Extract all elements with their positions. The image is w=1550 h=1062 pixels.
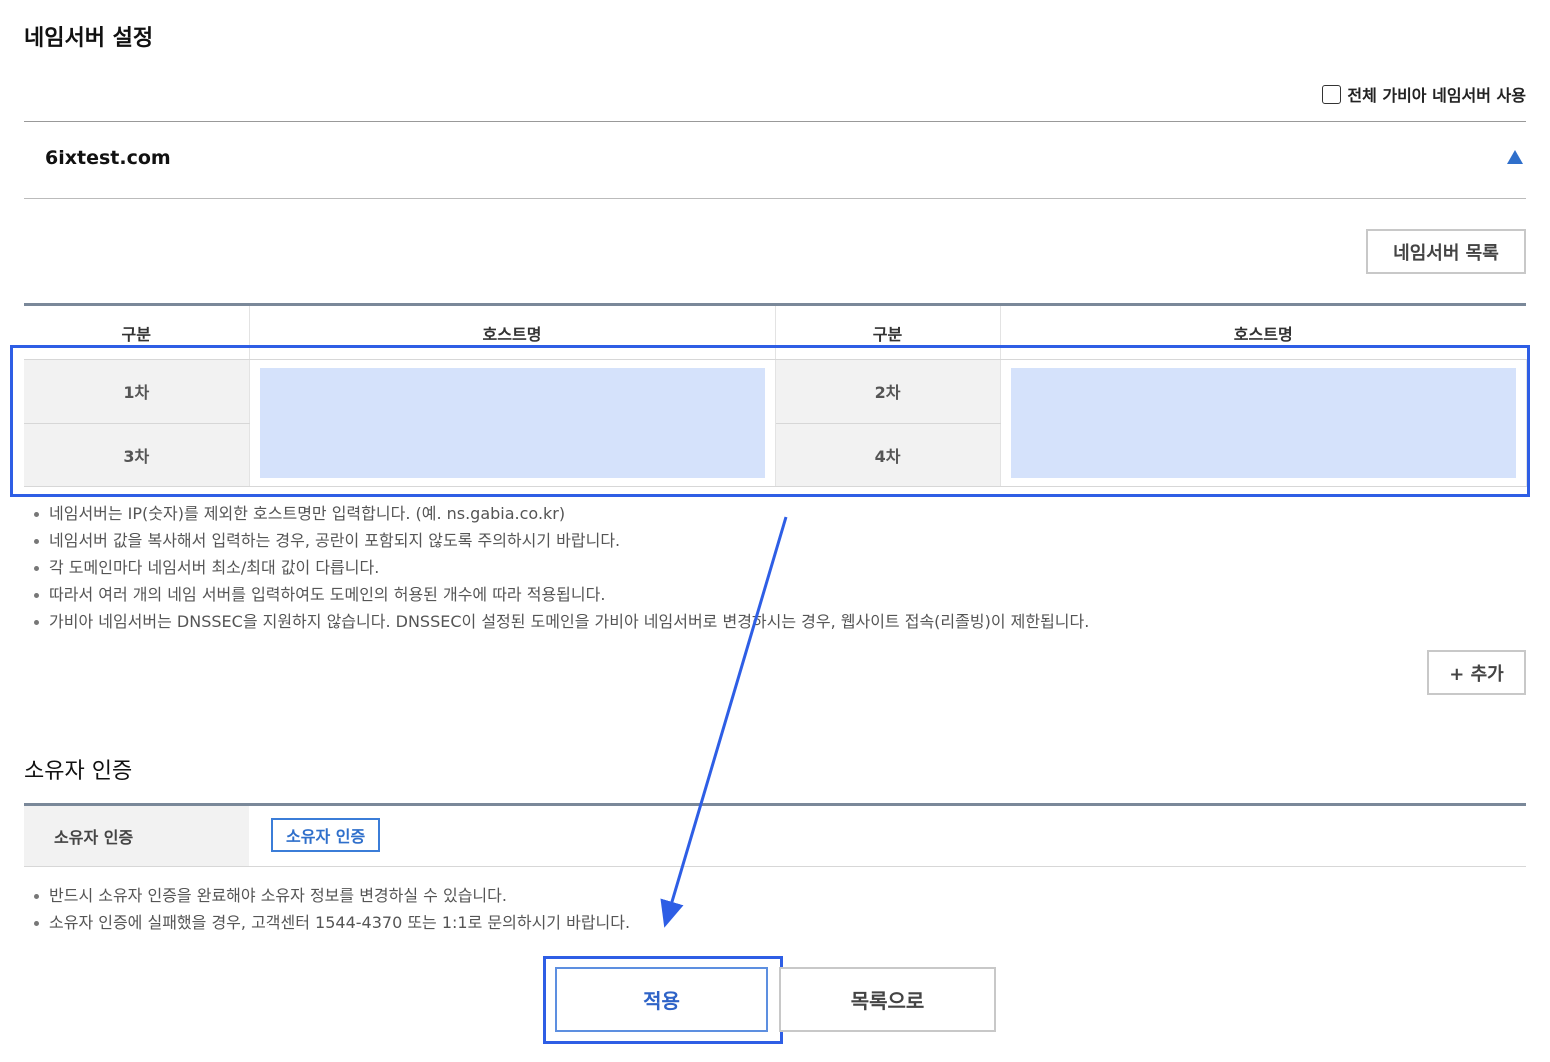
domain-name: 6ixtest.com xyxy=(45,147,171,169)
list-item: 가비아 네임서버는 DNSSEC을 지원하지 않습니다. DNSSEC이 설정된… xyxy=(28,608,1089,635)
apply-button[interactable]: 적용 xyxy=(555,967,768,1032)
hostname-input-primary[interactable] xyxy=(259,368,765,478)
all-gabia-ns-toggle[interactable]: 전체 가비아 네임서버 사용 xyxy=(1322,82,1526,106)
owner-notes: 반드시 소유자 인증을 완료해야 소유자 정보를 변경하실 수 있습니다. 소유… xyxy=(28,882,630,936)
triangle-up-icon[interactable] xyxy=(1504,146,1526,168)
list-item: 따라서 여러 개의 네임 서버를 입력하여도 도메인의 허용된 개수에 따라 적… xyxy=(28,581,1089,608)
ns-order-label: 4차 xyxy=(775,423,1000,487)
column-header: 호스트명 xyxy=(248,303,775,360)
list-item: 반드시 소유자 인증을 완료해야 소유자 정보를 변경하실 수 있습니다. xyxy=(28,882,630,909)
section-title: 소유자 인증 xyxy=(24,759,133,784)
ns-order-label: 3차 xyxy=(24,423,249,487)
hostname-cell xyxy=(248,359,776,487)
back-to-list-button[interactable]: 목록으로 xyxy=(779,967,996,1032)
hostname-input-secondary[interactable] xyxy=(1010,368,1516,478)
table-header-row: 구분 호스트명 구분 호스트명 xyxy=(24,303,1526,360)
owner-verification-label: 소유자 인증 xyxy=(24,806,249,866)
hostname-cell xyxy=(999,359,1527,487)
ns-order-label: 1차 xyxy=(24,359,249,424)
column-header: 구분 xyxy=(774,303,1000,360)
nameserver-list-button[interactable]: 네임서버 목록 xyxy=(1366,229,1526,274)
owner-verification-table: 소유자 인증 소유자 인증 xyxy=(24,803,1526,867)
owner-verification-cell: 소유자 인증 xyxy=(249,806,1526,866)
add-nameserver-button[interactable]: + 추가 xyxy=(1427,650,1526,695)
list-item: 소유자 인증에 실패했을 경우, 고객센터 1544-4370 또는 1:1로 … xyxy=(28,909,630,936)
list-item: 각 도메인마다 네임서버 최소/최대 값이 다릅니다. xyxy=(28,554,1089,581)
all-gabia-ns-label: 전체 가비아 네임서버 사용 xyxy=(1347,86,1526,105)
list-item: 네임서버 값을 복사해서 입력하는 경우, 공란이 포함되지 않도록 주의하시기… xyxy=(28,527,1089,554)
column-header: 호스트명 xyxy=(999,303,1526,360)
table-row: 1차 2차 xyxy=(24,359,1527,487)
divider xyxy=(24,198,1526,199)
all-gabia-ns-checkbox[interactable] xyxy=(1322,84,1342,104)
column-header: 구분 xyxy=(24,303,249,360)
owner-verify-button[interactable]: 소유자 인증 xyxy=(271,818,381,852)
ns-order-label: 2차 xyxy=(775,359,1000,424)
divider xyxy=(24,121,1526,122)
nameserver-table: 구분 호스트명 구분 호스트명 1차 2차 3차 4차 xyxy=(24,303,1527,487)
nameserver-notes: 네임서버는 IP(숫자)를 제외한 호스트명만 입력합니다. (예. ns.ga… xyxy=(28,500,1089,635)
list-item: 네임서버는 IP(숫자)를 제외한 호스트명만 입력합니다. (예. ns.ga… xyxy=(28,500,1089,527)
page-title: 네임서버 설정 xyxy=(24,26,154,51)
